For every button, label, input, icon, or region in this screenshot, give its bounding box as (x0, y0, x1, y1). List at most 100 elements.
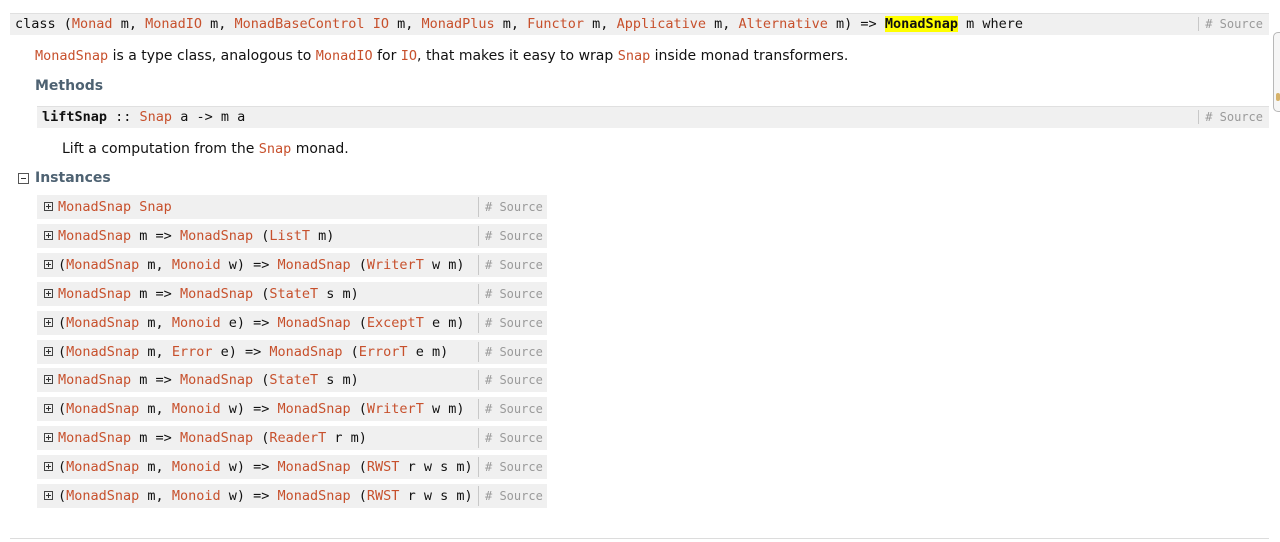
instance-signature: (MonadSnap m, Monoid w) => MonadSnap (RW… (58, 459, 473, 475)
doc-link-io[interactable]: IO (401, 48, 417, 64)
type-link-listt[interactable]: ListT (269, 228, 310, 244)
type-link-monadsnap[interactable]: MonadSnap (58, 286, 131, 302)
doc-link-monadio[interactable]: MonadIO (316, 48, 373, 64)
type-link-monadsnap[interactable]: MonadSnap (180, 372, 253, 388)
type-link-monadsnap[interactable]: MonadSnap (66, 488, 139, 504)
constraint-text: m, (112, 16, 146, 32)
instance-source-link[interactable]: # Source (478, 342, 543, 362)
constraint-link-applicative[interactable]: Applicative (617, 16, 706, 32)
signature-text: s m) (318, 286, 359, 302)
instance-source-link[interactable]: # Source (478, 197, 543, 217)
method-type-link-snap[interactable]: Snap (140, 109, 173, 125)
instance-signature: MonadSnap m => MonadSnap (StateT s m) (58, 286, 359, 302)
signature-text: r w s m) (399, 488, 473, 504)
doc-link-snap[interactable]: Snap (259, 141, 292, 157)
type-link-writert[interactable]: WriterT (367, 257, 424, 273)
type-link-monadsnap[interactable]: MonadSnap (180, 286, 253, 302)
instance-source-link[interactable]: # Source (478, 457, 543, 477)
class-constraints: Monad m, MonadIO m, MonadBaseControl IO … (72, 16, 844, 32)
type-link-monadsnap[interactable]: MonadSnap (278, 459, 351, 475)
expand-instance-icon[interactable] (44, 404, 53, 413)
type-link-rwst[interactable]: RWST (367, 459, 400, 475)
method-source-link[interactable]: # Source (1198, 110, 1263, 124)
instance-source-link[interactable]: # Source (478, 370, 543, 390)
type-link-monadsnap[interactable]: MonadSnap (66, 315, 139, 331)
signature-text: ( (350, 257, 367, 273)
instance-source-link[interactable]: # Source (478, 428, 543, 448)
type-link-monoid[interactable]: Monoid (172, 257, 221, 273)
constraint-link-io[interactable]: IO (373, 16, 389, 32)
expand-instance-icon[interactable] (44, 202, 53, 211)
class-source-link[interactable]: # Source (1198, 17, 1263, 31)
constraint-link-monadio[interactable]: MonadIO (145, 16, 202, 32)
signature-text: w) => (220, 257, 278, 273)
type-link-monadsnap[interactable]: MonadSnap (66, 459, 139, 475)
type-link-monoid[interactable]: Monoid (172, 401, 221, 417)
type-link-monadsnap[interactable]: MonadSnap (66, 257, 139, 273)
constraint-link-alternative[interactable]: Alternative (738, 16, 827, 32)
instance-source-link[interactable]: # Source (478, 226, 543, 246)
type-link-exceptt[interactable]: ExceptT (367, 315, 424, 331)
type-link-monadsnap[interactable]: MonadSnap (278, 488, 351, 504)
doc-text: Lift a computation from the (62, 141, 259, 157)
instance-source-link[interactable]: # Source (478, 399, 543, 419)
type-link-monadsnap[interactable]: MonadSnap (58, 228, 131, 244)
type-link-monadsnap[interactable]: MonadSnap (58, 372, 131, 388)
instance-source-link[interactable]: # Source (478, 284, 543, 304)
signature-text: m, (139, 401, 172, 417)
signature-text: w) => (220, 488, 278, 504)
type-link-monadsnap[interactable]: MonadSnap (66, 401, 139, 417)
expand-instance-icon[interactable] (44, 231, 53, 240)
expand-instance-icon[interactable] (44, 491, 53, 500)
type-link-monadsnap[interactable]: MonadSnap (278, 401, 351, 417)
signature-text: w) => (220, 459, 278, 475)
side-panel-tab[interactable] (1273, 32, 1280, 112)
expand-instance-icon[interactable] (44, 347, 53, 356)
type-link-error[interactable]: Error (172, 344, 213, 360)
signature-text: m, (139, 459, 172, 475)
type-link-statet[interactable]: StateT (269, 286, 318, 302)
expand-instance-icon[interactable] (44, 462, 53, 471)
doc-link-snap[interactable]: Snap (618, 48, 651, 64)
signature-text: m => (131, 286, 180, 302)
instance-source-link[interactable]: # Source (478, 313, 543, 333)
collapse-instances-icon[interactable] (18, 173, 29, 184)
type-link-snap[interactable]: Snap (139, 199, 172, 215)
method-declaration: liftSnap :: Snap a -> m a # Source (37, 106, 1269, 128)
type-link-monoid[interactable]: Monoid (172, 315, 221, 331)
signature-text: w m) (423, 401, 465, 417)
type-link-monadsnap[interactable]: MonadSnap (180, 430, 253, 446)
type-link-monadsnap[interactable]: MonadSnap (58, 199, 131, 215)
type-link-monoid[interactable]: Monoid (172, 488, 221, 504)
expand-instance-icon[interactable] (44, 318, 53, 327)
type-link-monadsnap[interactable]: MonadSnap (269, 344, 342, 360)
signature-text: ( (58, 459, 67, 475)
expand-instance-icon[interactable] (44, 375, 53, 384)
type-link-monadsnap[interactable]: MonadSnap (66, 344, 139, 360)
expand-instance-icon[interactable] (44, 433, 53, 442)
instance-row: MonadSnap Snap # Source (37, 195, 547, 219)
type-link-monadsnap[interactable]: MonadSnap (58, 430, 131, 446)
signature-text: e m) (423, 315, 465, 331)
type-link-writert[interactable]: WriterT (367, 401, 424, 417)
type-link-errort[interactable]: ErrorT (359, 344, 408, 360)
expand-instance-icon[interactable] (44, 289, 53, 298)
instance-source-link[interactable]: # Source (478, 486, 543, 506)
instance-source-link[interactable]: # Source (478, 255, 543, 275)
doc-link-monadsnap[interactable]: MonadSnap (35, 48, 108, 64)
type-link-statet[interactable]: StateT (269, 372, 318, 388)
instances-heading[interactable]: Instances (35, 170, 111, 186)
type-link-rwst[interactable]: RWST (367, 488, 400, 504)
type-link-monoid[interactable]: Monoid (172, 459, 221, 475)
type-link-monadsnap[interactable]: MonadSnap (278, 315, 351, 331)
constraint-link-monad[interactable]: Monad (72, 16, 113, 32)
type-link-readert[interactable]: ReaderT (269, 430, 326, 446)
constraint-link-monadbasecontrol[interactable]: MonadBaseControl (235, 16, 365, 32)
signature-text: e) => (220, 315, 278, 331)
expand-instance-icon[interactable] (44, 260, 53, 269)
type-link-monadsnap[interactable]: MonadSnap (278, 257, 351, 273)
constraint-link-functor[interactable]: Functor (527, 16, 584, 32)
type-link-monadsnap[interactable]: MonadSnap (180, 228, 253, 244)
instance-row: MonadSnap m => MonadSnap (StateT s m) # S… (37, 282, 547, 306)
constraint-link-monadplus[interactable]: MonadPlus (421, 16, 494, 32)
